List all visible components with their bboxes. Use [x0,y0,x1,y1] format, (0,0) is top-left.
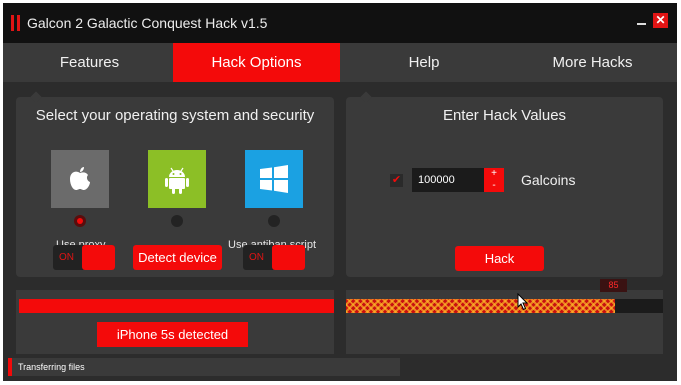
windows-icon [260,165,288,193]
hack-progress-bar [346,299,663,313]
hack-button[interactable]: Hack [455,246,544,271]
increment-button[interactable]: + [484,168,504,180]
hack-progress-percent: 85 [600,279,627,292]
app-window: Galcon 2 Galactic Conquest Hack v1.5 ✕ F… [3,3,677,381]
proxy-toggle-knob [82,245,115,270]
decrement-button[interactable]: - [484,180,504,192]
tab-more-hacks[interactable]: More Hacks [508,43,677,82]
status-progress-track: Transferring files [8,358,400,376]
os-panel-title: Select your operating system and securit… [35,107,315,124]
proxy-toggle-state: ON [59,252,74,263]
windows-radio[interactable] [268,215,280,227]
hack-panel-title: Enter Hack Values [442,107,567,124]
android-radio[interactable] [171,215,183,227]
galcoins-label: Galcoins [521,172,576,188]
galcoins-checkbox[interactable]: ✔ [390,174,403,187]
device-progress-fill [19,299,334,313]
galcoins-stepper[interactable]: + - [484,168,504,192]
os-security-panel: Select your operating system and securit… [16,91,334,277]
proxy-toggle[interactable]: ON [53,245,115,270]
android-os-tile[interactable] [148,150,206,208]
apple-os-tile[interactable] [51,150,109,208]
panel-notch [360,91,372,103]
panel-notch [30,91,42,103]
device-detected-message: iPhone 5s detected [97,322,248,347]
status-text: Transferring files [18,362,85,372]
device-status-panel: iPhone 5s detected [16,290,334,354]
app-logo-icon [11,15,21,31]
antiban-toggle[interactable]: ON [243,245,305,270]
galcoins-value-input[interactable]: 100000 [412,168,484,192]
window-title: Galcon 2 Galactic Conquest Hack v1.5 [27,15,268,31]
tab-hack-options[interactable]: Hack Options [173,43,340,82]
apple-icon [70,167,90,190]
tab-help[interactable]: Help [340,43,508,82]
android-icon [165,167,189,194]
tab-features[interactable]: Features [3,43,176,82]
hack-values-panel: Enter Hack Values ✔ 100000 + - Galcoins … [346,91,663,277]
antiban-toggle-state: ON [249,252,264,263]
tab-bar: Features Hack Options Help More Hacks [3,43,677,82]
close-button[interactable]: ✕ [653,13,668,28]
windows-os-tile[interactable] [245,150,303,208]
title-bar: Galcon 2 Galactic Conquest Hack v1.5 ✕ [3,3,677,43]
antiban-toggle-knob [272,245,305,270]
status-indicator [8,358,12,376]
minimize-button[interactable] [634,13,649,28]
device-progress-bar [19,299,334,313]
hack-progress-fill [346,299,616,313]
detect-device-button[interactable]: Detect device [133,245,222,270]
hack-progress-panel [346,290,663,354]
content-area: Select your operating system and securit… [3,82,677,354]
mouse-cursor-icon [517,293,529,311]
status-bar: Transferring files [3,354,677,381]
apple-radio[interactable] [74,215,86,227]
